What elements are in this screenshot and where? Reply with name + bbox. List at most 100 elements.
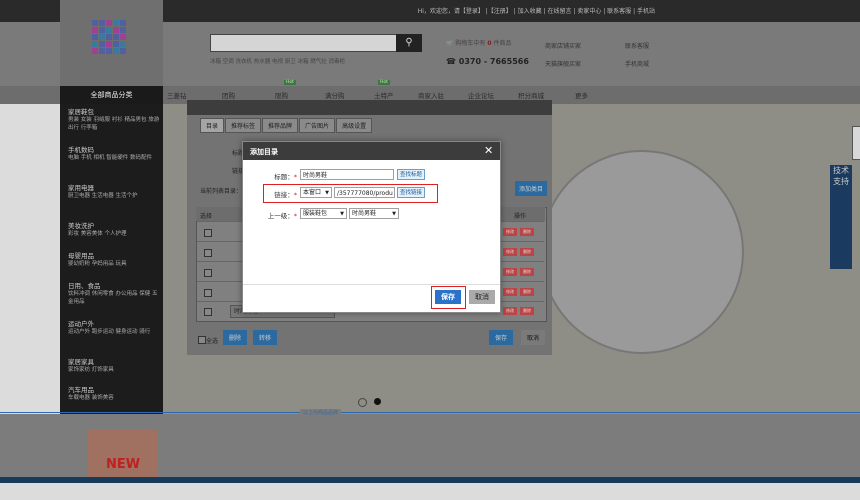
- title-input[interactable]: 时尚男鞋: [300, 169, 394, 180]
- delete-button[interactable]: 删除: [520, 307, 534, 315]
- category-sidebar: 家居鞋包 男装 女装 羽绒服 衬衫 精品男包 旅游出行 行李箱 手机数码 电脑 手机…: [60, 104, 163, 414]
- cart-icon: 🛒: [446, 40, 454, 47]
- row-checkbox[interactable]: [204, 289, 212, 297]
- cart-count: 0: [487, 40, 492, 47]
- nav-item[interactable]: 限购: [275, 90, 288, 100]
- link-input[interactable]: /357777080/produ: [334, 187, 395, 198]
- search-input[interactable]: [210, 34, 398, 52]
- carousel-dot-active[interactable]: [374, 398, 381, 405]
- chevron-down-icon: ▼: [340, 211, 344, 217]
- chevron-down-icon: ▼: [392, 211, 396, 217]
- tech-support-widget[interactable]: 技术支持: [830, 165, 852, 269]
- delete-button[interactable]: 删除: [520, 228, 534, 236]
- find-title-button[interactable]: 查找标题: [397, 169, 425, 180]
- save-button[interactable]: 保存: [435, 290, 461, 304]
- header-link-2[interactable]: 天猫旗舰买家: [545, 56, 581, 74]
- cart-info[interactable]: 🛒 购物车中有 0 件商品: [446, 38, 511, 47]
- edge-scroll-button[interactable]: [852, 126, 860, 160]
- col-actions: 操作: [514, 213, 527, 220]
- row-checkbox[interactable]: [204, 269, 212, 277]
- all-categories[interactable]: 全部商品分类: [60, 86, 163, 104]
- brand-label: 以上为商品品牌: [300, 409, 342, 416]
- sidebar-category[interactable]: 家居鞋包 男装 女装 羽绒服 衬衫 精品男包 旅游出行 行李箱: [68, 108, 160, 132]
- tab-advanced[interactable]: 高级设置: [336, 118, 373, 133]
- search-button[interactable]: ⚲: [396, 34, 422, 52]
- hot-badge: Hot: [378, 80, 390, 85]
- header-link-1[interactable]: 商家店铺买家: [545, 38, 581, 56]
- parent-select-level1[interactable]: 服装鞋包 ▼: [300, 208, 347, 219]
- edit-button[interactable]: 修改: [503, 268, 517, 276]
- find-link-button[interactable]: 查找链接: [397, 187, 425, 198]
- sidebar-category[interactable]: 运动户外 运动户外 跑步运动 健身运动 骑行: [68, 320, 160, 336]
- chevron-down-icon: ▼: [325, 190, 329, 196]
- search-icon: ⚲: [405, 37, 413, 48]
- nav-item[interactable]: 团购: [222, 90, 235, 100]
- bg-save-button[interactable]: 保存: [489, 330, 514, 345]
- parent-label: 上一级：*: [267, 212, 297, 220]
- mobile-link[interactable]: 手机商城: [625, 56, 649, 74]
- phone-number: ☎ 0370 - 7665566: [446, 57, 529, 66]
- add-catalog-dialog: 添加目录 ✕ 标题：* 时尚男鞋 查找标题 链接：* 本窗口 ▼ /3577770…: [242, 141, 501, 313]
- phone-icon: ☎: [446, 57, 456, 66]
- close-icon[interactable]: ✕: [484, 144, 493, 157]
- edit-button[interactable]: 修改: [503, 228, 517, 236]
- bg-cancel-button[interactable]: 取消: [521, 330, 546, 345]
- nav-item[interactable]: 积分商城: [518, 90, 544, 100]
- cart-prefix: 购物车中有: [455, 40, 486, 47]
- taskbar: [0, 477, 860, 483]
- select-all-checkbox[interactable]: [198, 336, 206, 344]
- dialog-header: 添加目录 ✕: [243, 142, 500, 160]
- nav-item[interactable]: 企业论坛: [468, 90, 494, 100]
- logo-icon: [92, 20, 126, 54]
- carousel-dot[interactable]: [358, 398, 367, 407]
- link-label: 链接：*: [274, 191, 297, 199]
- top-links[interactable]: Hi，欢迎您，请【登录】 |【注册】 | 加入收藏 | 在线留言 | 卖家中心 …: [418, 6, 655, 15]
- delete-button[interactable]: 删除: [520, 268, 534, 276]
- cart-suffix: 件商品: [493, 40, 512, 47]
- link-target-select[interactable]: 本窗口 ▼: [300, 187, 332, 198]
- parent-select-level2[interactable]: 时尚男鞋 ▼: [349, 208, 399, 219]
- nav-item[interactable]: 土特产: [374, 90, 394, 100]
- hot-badge: Hot: [284, 80, 296, 85]
- row-checkbox[interactable]: [204, 308, 212, 316]
- cancel-button[interactable]: 取消: [469, 290, 495, 304]
- dialog-title: 添加目录: [250, 148, 278, 156]
- tab-brands[interactable]: 推荐品牌: [262, 118, 299, 133]
- row-checkbox[interactable]: [204, 249, 212, 257]
- add-category-button[interactable]: 添加类目: [515, 181, 548, 196]
- header-right-links: 联系客服 手机商城: [625, 38, 649, 74]
- sidebar-category[interactable]: 家居家具 家饰家纺 灯饰家具: [68, 358, 160, 374]
- tab-catalog[interactable]: 目录: [200, 118, 225, 133]
- modal-header: [187, 100, 552, 115]
- product-image: [540, 150, 744, 354]
- nav-item[interactable]: 满分购: [325, 90, 345, 100]
- contact-link[interactable]: 联系客服: [625, 38, 649, 56]
- sidebar-category[interactable]: 汽车用品 车载电器 装饰美容: [68, 386, 160, 402]
- title-label: 标题：*: [274, 173, 297, 181]
- nav-item[interactable]: 三菱钻: [167, 90, 187, 100]
- sidebar-category[interactable]: 手机数码 电脑 手机 相机 智能硬件 数码配件: [68, 146, 160, 162]
- phone-text: 0370 - 7665566: [458, 57, 529, 66]
- hot-words[interactable]: 冰箱 空调 洗衣机 热水器 电视 厨卫 冰箱 燃气灶 消毒柜: [210, 57, 345, 65]
- row-checkbox[interactable]: [204, 229, 212, 237]
- select-all-label: 全选: [206, 338, 219, 345]
- site-logo[interactable]: [60, 0, 163, 86]
- delete-button[interactable]: 删除: [520, 248, 534, 256]
- sidebar-category[interactable]: 日用、食品 饮料冲调 休闲零食 办公用品 保健 五金用品: [68, 282, 160, 306]
- modal-tabs: 目录 推荐标签 推荐品牌 广告图片 高级设置: [200, 118, 373, 133]
- move-button[interactable]: 转移: [253, 330, 278, 345]
- sidebar-category[interactable]: 母婴用品 婴幼奶粉 孕妈用品 玩具: [68, 252, 160, 268]
- edit-button[interactable]: 修改: [503, 248, 517, 256]
- nav-item[interactable]: 更多: [575, 90, 588, 100]
- nav-item[interactable]: 商家入驻: [418, 90, 444, 100]
- edit-button[interactable]: 修改: [503, 288, 517, 296]
- tab-ads[interactable]: 广告图片: [299, 118, 336, 133]
- sidebar-category[interactable]: 美妆洗护 彩妆 美容美体 个人护理: [68, 222, 160, 238]
- bulk-delete-button[interactable]: 删除: [223, 330, 248, 345]
- new-banner[interactable]: NEW: [88, 430, 158, 483]
- sidebar-category[interactable]: 家用电器 厨卫电器 生活电器 生活个护: [68, 184, 160, 200]
- edit-button[interactable]: 修改: [503, 307, 517, 315]
- tab-tags[interactable]: 推荐标签: [225, 118, 262, 133]
- delete-button[interactable]: 删除: [520, 288, 534, 296]
- dialog-footer-divider: [243, 284, 500, 285]
